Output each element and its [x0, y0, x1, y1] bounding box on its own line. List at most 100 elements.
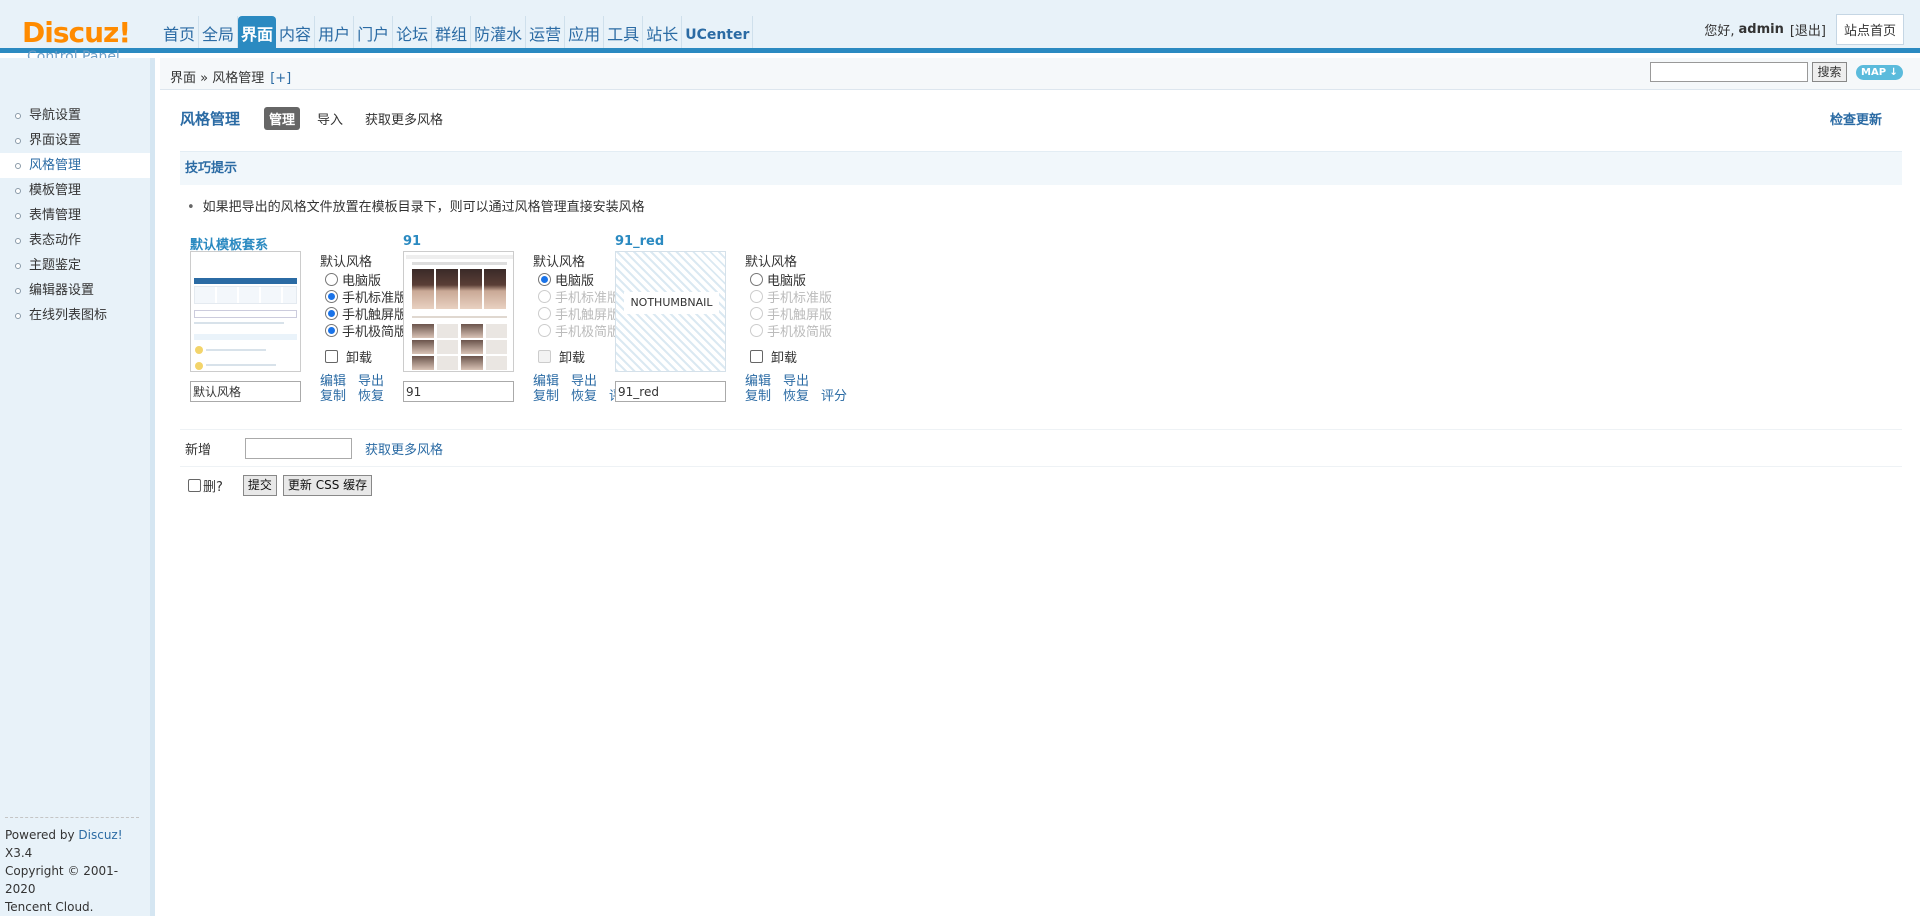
radio-button[interactable] — [750, 273, 763, 286]
device-option[interactable]: 电脑版 — [745, 271, 832, 289]
nav-item-7[interactable]: 群组 — [432, 16, 472, 48]
action-link[interactable]: 复制 — [533, 389, 559, 404]
uninstall-toggle[interactable]: 卸载 — [320, 347, 407, 366]
mini-nav-bar — [194, 278, 297, 284]
device-option[interactable]: 手机极简版 — [320, 322, 408, 340]
mini-search — [194, 310, 297, 318]
style-thumbnail[interactable]: NOTHUMBNAIL — [615, 251, 726, 372]
nav-item-4[interactable]: 用户 — [315, 16, 355, 48]
tab-0[interactable]: 管理 — [264, 107, 301, 130]
check-update-link[interactable]: 检查更新 — [1830, 109, 1882, 128]
search-input[interactable] — [1650, 62, 1808, 82]
new-style-input[interactable] — [245, 438, 352, 459]
tips-header: 技巧提示 — [180, 151, 1902, 185]
style-name-input[interactable] — [615, 381, 726, 402]
sidebar-item-4[interactable]: 表情管理 — [0, 203, 150, 228]
radio-button[interactable] — [325, 307, 338, 320]
nav-item-0[interactable]: 首页 — [160, 16, 200, 48]
sidebar-item-0[interactable]: 导航设置 — [0, 103, 150, 128]
action-link[interactable]: 恢复 — [358, 389, 384, 404]
mini-line — [206, 364, 276, 366]
nav-item-13[interactable]: UCenter — [682, 16, 754, 48]
radio-button[interactable] — [325, 324, 338, 337]
radio-button[interactable] — [538, 273, 551, 286]
action-link[interactable]: 编辑 — [745, 374, 771, 389]
nav-item-12[interactable]: 站长 — [643, 16, 683, 48]
radio-button[interactable] — [325, 290, 338, 303]
device-option[interactable]: 手机标准版 — [320, 288, 407, 306]
nav-item-5[interactable]: 门户 — [354, 16, 394, 48]
brand-link[interactable]: Discuz! — [78, 828, 122, 842]
style-thumbnail[interactable] — [403, 251, 514, 372]
delete-toggle[interactable]: 删? — [188, 476, 223, 495]
mini-header — [412, 262, 507, 265]
action-link[interactable]: 恢复 — [783, 389, 809, 404]
device-option[interactable]: 手机触屏版 — [320, 305, 407, 323]
nav-item-6[interactable]: 论坛 — [393, 16, 433, 48]
nav-item-9[interactable]: 运营 — [526, 16, 566, 48]
company-text: Tencent Cloud. — [5, 900, 94, 914]
uninstall-checkbox[interactable] — [325, 350, 338, 363]
delete-checkbox[interactable] — [188, 479, 201, 492]
radio-button — [750, 307, 763, 320]
nav-item-8[interactable]: 防灌水 — [471, 16, 527, 48]
tab-1[interactable]: 导入 — [312, 107, 348, 130]
update-css-cache-button[interactable]: 更新 CSS 缓存 — [282, 475, 373, 496]
username: admin — [1738, 22, 1784, 37]
action-link[interactable]: 恢复 — [571, 389, 597, 404]
discuz-logo[interactable]: Discuz! Control Panel — [22, 16, 131, 65]
device-option-label: 手机极简版 — [342, 325, 408, 340]
uninstall-checkbox[interactable] — [750, 350, 763, 363]
sidebar-item-6[interactable]: 主题鉴定 — [0, 253, 150, 278]
radio-button — [538, 290, 551, 303]
bullet-icon: • — [187, 200, 195, 215]
search-button[interactable]: 搜索 — [1812, 62, 1847, 82]
action-link[interactable]: 编辑 — [320, 374, 346, 389]
action-link[interactable]: 导出 — [783, 374, 809, 389]
add-label: 新增 — [185, 443, 212, 458]
sidebar-item-1[interactable]: 界面设置 — [0, 128, 150, 153]
nav-item-3[interactable]: 内容 — [276, 16, 316, 48]
nav-item-10[interactable]: 应用 — [565, 16, 605, 48]
add-style-row: 新增 获取更多风格 — [185, 436, 443, 461]
radio-button[interactable] — [325, 273, 338, 286]
sidebar-item-8[interactable]: 在线列表图标 — [0, 303, 150, 328]
sidebar-item-3[interactable]: 模板管理 — [0, 178, 150, 203]
action-link[interactable]: 复制 — [745, 389, 771, 404]
style-name-input[interactable] — [403, 381, 514, 402]
tab-2[interactable]: 获取更多风格 — [360, 107, 448, 130]
nav-item-1[interactable]: 全局 — [199, 16, 239, 48]
action-link[interactable]: 导出 — [358, 374, 384, 389]
nav-item-2[interactable]: 界面 — [238, 16, 277, 50]
add-favorite-link[interactable]: [+] — [270, 71, 291, 86]
mini-strip — [412, 316, 507, 318]
logout-link[interactable]: [退出] — [1790, 20, 1826, 39]
action-link[interactable]: 评分 — [821, 389, 847, 404]
page-title: 风格管理 — [180, 110, 241, 128]
site-home-button[interactable]: 站点首页 — [1835, 14, 1904, 45]
nothumbnail-label: NOTHUMBNAIL — [624, 292, 719, 314]
style-thumbnail[interactable] — [190, 251, 301, 372]
main-nav: 首页 全局 界面 内容 用户 门户 论坛 群组 防灌水 运营 应用 工具 站长 UCenter — [160, 16, 754, 50]
map-button[interactable]: MAP ↓ — [1856, 65, 1903, 80]
sidebar-item-7[interactable]: 编辑器设置 — [0, 278, 150, 303]
main-content: 风格管理 管理 导入 获取更多风格 检查更新 技巧提示 • 如果把导出的风格文件放置在… — [160, 91, 1920, 916]
sidebar-item-2[interactable]: 风格管理 — [0, 153, 150, 178]
action-link[interactable]: 导出 — [571, 374, 597, 389]
action-link[interactable]: 编辑 — [533, 374, 559, 389]
action-link[interactable]: 复制 — [320, 389, 346, 404]
uninstall-toggle[interactable]: 卸载 — [745, 347, 832, 366]
style-name-link[interactable]: 91_red — [615, 234, 664, 249]
get-more-styles-link[interactable]: 获取更多风格 — [365, 439, 443, 458]
tab-group: 管理 导入 获取更多风格 — [264, 107, 460, 130]
submit-row: 删? 提交 更新 CSS 缓存 — [188, 475, 378, 496]
style-name-link[interactable]: 91 — [403, 234, 421, 249]
title-row: 风格管理 管理 导入 获取更多风格 — [180, 107, 460, 130]
sidebar-item-5[interactable]: 表态动作 — [0, 228, 150, 253]
nav-item-11[interactable]: 工具 — [604, 16, 644, 48]
left-sidebar: 导航设置 界面设置 风格管理 模板管理 表情管理 表态动作 主题鉴定 编辑器设置 在线列表图标 … — [0, 58, 155, 916]
submit-button[interactable]: 提交 — [242, 475, 277, 496]
device-option[interactable]: 电脑版 — [533, 271, 620, 289]
style-name-input[interactable] — [190, 381, 301, 402]
device-option[interactable]: 电脑版 — [320, 271, 407, 289]
